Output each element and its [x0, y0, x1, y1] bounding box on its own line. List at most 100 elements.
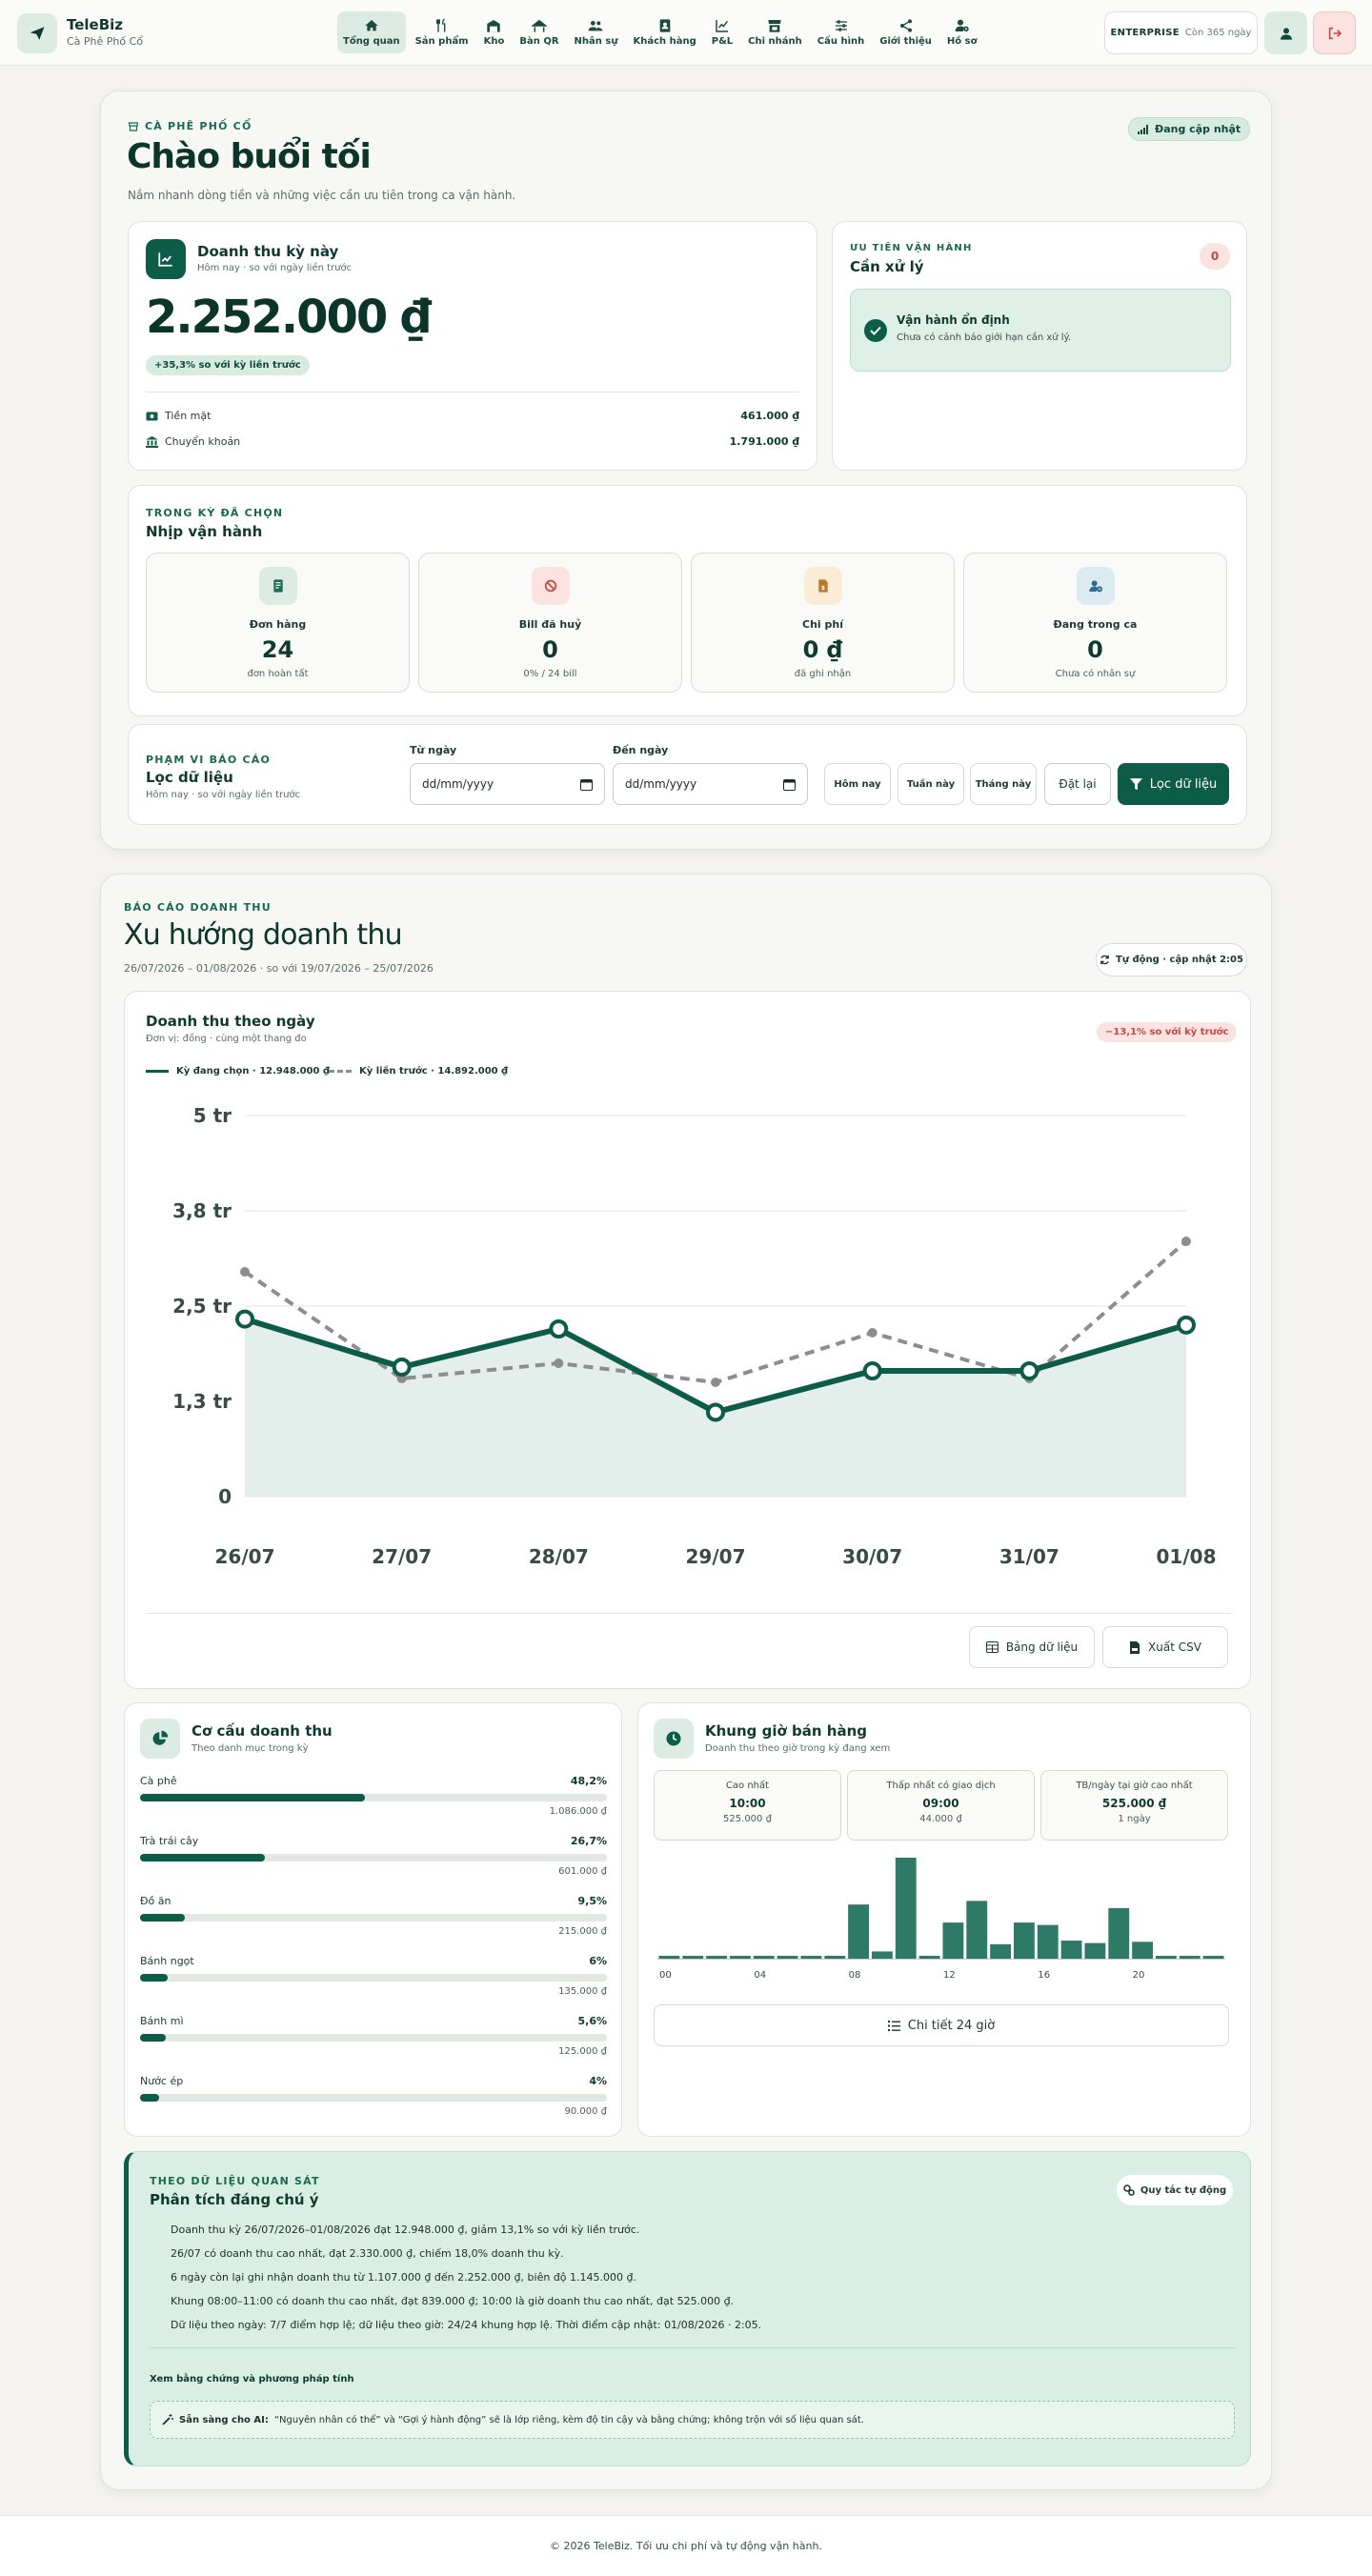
- filter-subtitle: Hôm nay · so với ngày liền trước: [146, 790, 301, 800]
- hour-bar[interactable]: [1202, 1956, 1224, 1959]
- nav-item-6[interactable]: P&L: [706, 11, 738, 53]
- hour-bar[interactable]: [1037, 1924, 1059, 1959]
- calendar-icon[interactable]: [580, 778, 593, 791]
- insight-line: Dữ liệu theo ngày: 7/7 điểm hợp lệ; dữ l…: [171, 2319, 762, 2331]
- quick-today-button[interactable]: Hôm nay: [824, 763, 891, 805]
- revenue-amount: 2.252.000 ₫: [146, 291, 432, 344]
- divider: [146, 1613, 1231, 1614]
- hour-tick-label: 04: [754, 1970, 766, 1981]
- hour-bar[interactable]: [706, 1956, 727, 1959]
- nav-item-7[interactable]: Chi nhánh: [742, 11, 808, 53]
- hour-bar[interactable]: [824, 1956, 846, 1959]
- nav-item-5[interactable]: Khách hàng: [627, 11, 701, 53]
- insights-kicker: THEO DỮ LIỆU QUAN SÁT: [150, 2175, 320, 2187]
- stat-label: Đang trong ca: [1053, 618, 1138, 631]
- nav-item-1[interactable]: Sản phẩm: [410, 11, 474, 53]
- hour-bar[interactable]: [872, 1951, 893, 1959]
- hour-bar[interactable]: [848, 1904, 869, 1959]
- evidence-toggle[interactable]: Xem bằng chứng và phương pháp tính: [150, 2374, 354, 2385]
- hour-bar[interactable]: [966, 1901, 988, 1959]
- nav-item-label: Hồ sơ: [946, 36, 978, 47]
- current-point[interactable]: [392, 1358, 412, 1377]
- nav-item-label: Khách hàng: [633, 36, 696, 47]
- paper-plane-logo-icon[interactable]: [17, 13, 57, 53]
- filter-title: Lọc dữ liệu: [146, 769, 233, 786]
- hour-bar[interactable]: [1014, 1922, 1035, 1959]
- logout-button[interactable]: [1313, 11, 1356, 54]
- reset-button[interactable]: Đặt lại: [1044, 763, 1111, 805]
- hour-bar[interactable]: [1156, 1956, 1177, 1959]
- hourly-detail-button[interactable]: Chi tiết 24 giờ: [654, 2004, 1229, 2046]
- quick-week-button[interactable]: Tuần này: [898, 763, 964, 805]
- sliders-icon: [835, 20, 847, 31]
- greeting-title: Chào buổi tối: [127, 137, 372, 176]
- current-point[interactable]: [1019, 1361, 1039, 1380]
- nav-item-10[interactable]: Hồ sơ: [941, 11, 983, 53]
- nav-item-8[interactable]: Cấu hình: [812, 11, 870, 53]
- current-point[interactable]: [235, 1309, 254, 1329]
- nav-item-0[interactable]: Tổng quan: [337, 11, 406, 53]
- hour-bar[interactable]: [1084, 1942, 1106, 1959]
- hour-bar[interactable]: [1108, 1907, 1130, 1959]
- nav-item-2[interactable]: Kho: [478, 11, 511, 53]
- pulse-title: Nhịp vận hành: [146, 523, 263, 540]
- store-icon: [128, 121, 139, 131]
- user-clock-icon: [1088, 580, 1102, 593]
- hour-bar[interactable]: [1179, 1956, 1200, 1959]
- hour-bar[interactable]: [682, 1956, 704, 1959]
- nav-item-label: Sản phẩm: [414, 36, 469, 47]
- apply-filter-label: Lọc dữ liệu: [1149, 776, 1218, 792]
- hour-bar[interactable]: [990, 1943, 1011, 1959]
- hour-stat-1: Thấp nhất có giao dịch 09:00 44.000 ₫: [847, 1770, 1035, 1841]
- from-date-input[interactable]: dd/mm/yyyy: [410, 763, 605, 805]
- mix-bar-fill: [140, 1974, 169, 1982]
- revenue-subtitle: Hôm nay · so với ngày liền trước: [197, 263, 353, 273]
- current-point[interactable]: [862, 1361, 882, 1380]
- hour-tick-label: 20: [1133, 1970, 1145, 1981]
- store-name: CÀ PHÊ PHỐ CỔ: [145, 120, 252, 132]
- signal-icon: [1138, 124, 1148, 134]
- quick-month-button[interactable]: Tháng này: [970, 763, 1037, 805]
- hour-bar[interactable]: [730, 1956, 751, 1959]
- insights-title: Phân tích đáng chú ý: [150, 2191, 319, 2208]
- previous-point: [554, 1358, 564, 1368]
- previous-point: [240, 1267, 250, 1277]
- export-csv-button[interactable]: Xuất CSV: [1102, 1626, 1228, 1668]
- mix-bar-track: [140, 2094, 607, 2102]
- to-date-input[interactable]: dd/mm/yyyy: [613, 763, 808, 805]
- mix-row: Nước ép 4% 90.000 ₫: [140, 2075, 607, 2123]
- report-panel: BÁO CÁO DOANH THU Xu hướng doanh thu 26/…: [100, 874, 1272, 2490]
- hour-bar[interactable]: [942, 1922, 964, 1959]
- apply-filter-button[interactable]: Lọc dữ liệu: [1118, 763, 1229, 805]
- hour-bar[interactable]: [658, 1956, 680, 1959]
- auto-refresh-button[interactable]: Tự động · cập nhật 2:05: [1096, 943, 1247, 976]
- nav-item-9[interactable]: Giới thiệu: [874, 11, 938, 53]
- hour-bar[interactable]: [1060, 1941, 1082, 1959]
- mix-pct: 5,6%: [577, 2015, 607, 2027]
- hour-bar[interactable]: [777, 1956, 798, 1959]
- profile-button[interactable]: [1264, 11, 1307, 54]
- to-date-placeholder: dd/mm/yyyy: [625, 777, 697, 791]
- hour-bar[interactable]: [753, 1956, 775, 1959]
- daily-chart-title: Doanh thu theo ngày: [146, 1013, 315, 1030]
- hour-bar[interactable]: [918, 1956, 940, 1959]
- nav-item-4[interactable]: Nhân sự: [569, 11, 624, 53]
- report-kicker: BÁO CÁO DOANH THU: [124, 901, 272, 914]
- legend-previous: Kỳ liền trước · 14.892.000 ₫: [329, 1066, 508, 1077]
- hour-bar[interactable]: [800, 1956, 822, 1959]
- filter-card: PHẠM VI BÁO CÁO Lọc dữ liệu Hôm nay · so…: [128, 724, 1247, 825]
- mix-bar-track: [140, 2034, 607, 2042]
- hour-stat-value: 09:00: [922, 1797, 959, 1810]
- auto-rules-button[interactable]: Quy tắc tự động: [1117, 2175, 1233, 2205]
- current-point[interactable]: [549, 1319, 569, 1338]
- hour-bar[interactable]: [1132, 1942, 1153, 1959]
- hour-bar[interactable]: [895, 1858, 917, 1959]
- nav-item-3[interactable]: Bàn QR: [514, 11, 564, 53]
- current-point[interactable]: [1177, 1315, 1196, 1335]
- y-tick-label: 0: [218, 1485, 232, 1508]
- home-icon: [365, 20, 378, 31]
- calendar-icon[interactable]: [783, 778, 796, 791]
- current-point[interactable]: [706, 1402, 725, 1422]
- data-table-button[interactable]: Bảng dữ liệu: [969, 1626, 1095, 1668]
- hour-tick-label: 12: [943, 1970, 956, 1981]
